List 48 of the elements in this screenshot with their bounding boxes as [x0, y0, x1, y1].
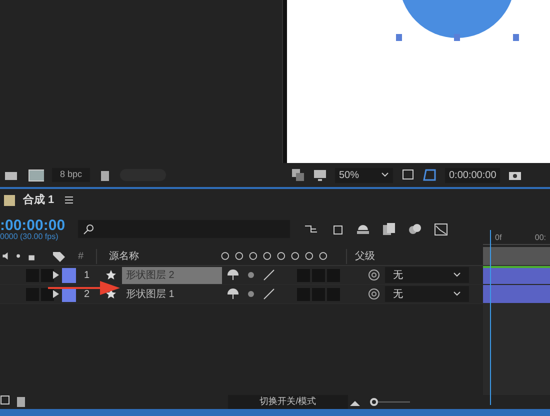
color-swatch	[4, 194, 15, 206]
layer-row[interactable]: 2 形状图层 1 无	[0, 285, 550, 304]
copy-icon[interactable]	[382, 222, 396, 236]
composition-tab[interactable]: 合成 1	[23, 192, 54, 208]
handle[interactable]	[513, 34, 519, 41]
star-icon	[106, 289, 116, 299]
zoom-dropdown[interactable]: 50%	[335, 168, 393, 182]
chevron-down-icon	[453, 291, 461, 297]
column-header[interactable]: 父级	[346, 248, 375, 264]
mask-icon[interactable]	[423, 168, 437, 182]
timecode-display[interactable]: 0:00:00:00	[445, 168, 500, 182]
search-icon	[82, 223, 96, 235]
chevron-down-icon	[381, 172, 389, 178]
layer-number: 1	[83, 268, 91, 282]
chevron-down-icon	[453, 272, 461, 278]
column-header[interactable]: #	[66, 248, 96, 264]
layer-number: 2	[83, 288, 91, 302]
handle[interactable]	[396, 34, 402, 41]
search-field[interactable]	[78, 220, 290, 238]
parent-dropdown[interactable]: 无	[385, 286, 469, 302]
label-tag-icon[interactable]	[52, 249, 66, 263]
coins-icon[interactable]	[408, 222, 422, 236]
star-icon	[106, 270, 116, 280]
graph-editor-icon[interactable]	[434, 222, 448, 236]
umbrella-icon[interactable]	[356, 222, 370, 236]
bit-depth-button[interactable]: 8 bpc	[52, 168, 90, 182]
layers-icon[interactable]	[291, 168, 305, 182]
ruler-label: 0f	[495, 232, 502, 244]
layer-row[interactable]: 1 形状图层 2 无	[0, 266, 550, 285]
toggle-switches-modes-button[interactable]: 切换开关/模式	[228, 395, 348, 409]
label-color	[62, 268, 76, 282]
zoom-slider[interactable]	[370, 396, 410, 408]
monitor-icon[interactable]	[313, 168, 327, 182]
handle[interactable]	[454, 34, 460, 41]
annotation-arrow	[48, 280, 120, 296]
frame-rate: 0000 (30.00 fps)	[0, 232, 60, 240]
current-time[interactable]: :00:00:00	[0, 218, 78, 232]
spiral-icon[interactable]	[367, 268, 381, 282]
expand-triangle-icon[interactable]	[52, 290, 60, 298]
spiral-icon[interactable]	[367, 287, 381, 301]
column-header[interactable]: 源名称	[96, 248, 216, 264]
expand-triangle-icon[interactable]	[52, 271, 60, 279]
stack-icon[interactable]	[14, 395, 28, 409]
parent-dropdown[interactable]: 无	[385, 267, 469, 283]
ruler-label: 00:	[534, 232, 546, 244]
lock-toggle[interactable]	[41, 268, 54, 282]
composition-icon[interactable]	[26, 168, 44, 182]
layer-name[interactable]: 形状图层 1	[122, 286, 222, 302]
